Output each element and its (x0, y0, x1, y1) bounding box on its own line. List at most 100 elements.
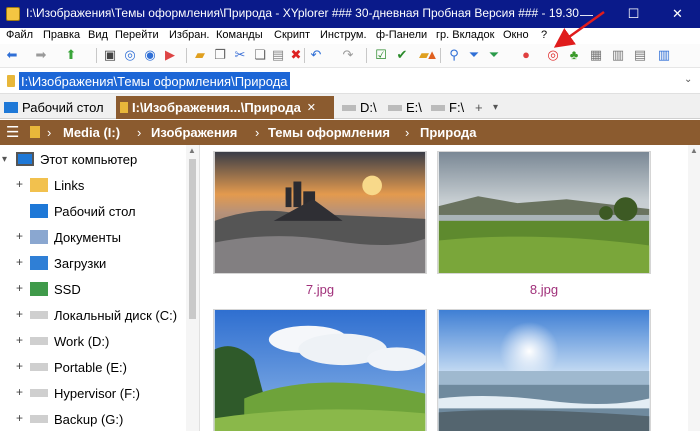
filter-icon[interactable]: ⏷ (466, 47, 482, 63)
thumbnail-item[interactable] (213, 309, 427, 431)
collapse-icon[interactable]: ▾ (2, 154, 16, 165)
tab-drive-e[interactable]: E:\ (384, 96, 426, 119)
breadcrumb-separator[interactable]: › (405, 125, 409, 140)
tree-scrollbar[interactable]: ▲ (186, 145, 199, 431)
delete-icon[interactable]: ▲ (424, 47, 440, 63)
menu-help[interactable]: ? (541, 29, 547, 41)
expand-icon[interactable]: + (16, 385, 23, 399)
expand-icon[interactable]: + (16, 411, 23, 425)
expand-icon[interactable]: + (16, 281, 23, 295)
checkmark-icon[interactable]: ✔ (394, 47, 410, 63)
tree-item-downloads[interactable]: Загрузки (30, 252, 106, 274)
minimize-button[interactable]: — (564, 0, 609, 28)
menu-view[interactable]: Вид (88, 29, 108, 41)
grid-icon[interactable]: ▦ (588, 47, 604, 63)
breadcrumb-item[interactable]: Изображения (151, 125, 237, 140)
target-icon[interactable]: ◉ (142, 47, 158, 63)
new-tab-button[interactable]: + (471, 96, 487, 119)
breadcrumb-item[interactable]: Темы оформления (268, 125, 390, 140)
hypnotic-target-icon[interactable]: ◎ (545, 47, 561, 63)
undo-icon[interactable]: ↶ (308, 47, 324, 63)
expand-icon[interactable]: + (16, 255, 23, 269)
documents-icon (30, 230, 48, 244)
breadcrumb-item[interactable]: Природа (420, 125, 476, 140)
maximize-button[interactable]: ☐ (611, 0, 656, 28)
drive-icon (30, 311, 48, 319)
scroll-up-icon[interactable]: ▲ (690, 146, 698, 155)
panel-icon[interactable]: ▤ (632, 47, 648, 63)
color-filter-icon[interactable]: ● (518, 47, 534, 63)
tree-item-drive-e[interactable]: Portable (E:) (30, 356, 127, 378)
new-folder-icon[interactable]: ▰ (192, 47, 208, 63)
filter-icon[interactable]: ⏷ (486, 47, 502, 63)
tree-item-label: Hypervisor (F:) (54, 385, 140, 401)
tab-label: E:\ (406, 100, 422, 115)
expand-icon[interactable]: + (16, 359, 23, 373)
thumbnail-item[interactable]: 7.jpg (213, 151, 427, 306)
breadcrumb-separator[interactable]: › (47, 125, 51, 140)
tree-item-drive-d[interactable]: Work (D:) (30, 330, 109, 352)
address-input[interactable]: I:\Изображения\Темы оформления\Природа (19, 72, 290, 90)
thumbnail-scrollbar[interactable]: ▲ (688, 145, 700, 431)
paste-icon[interactable]: ▤ (270, 47, 286, 63)
tab-desktop[interactable]: Рабочий стол (0, 96, 114, 119)
expand-icon[interactable]: + (16, 307, 23, 321)
menu-go[interactable]: Перейти (115, 29, 159, 41)
target-icon[interactable]: ◎ (122, 47, 138, 63)
checkbox-icon[interactable]: ☑ (373, 47, 389, 63)
close-tab-icon[interactable]: ✕ (307, 101, 316, 114)
tree-item-label: Этот компьютер (40, 151, 138, 167)
back-arrow-icon[interactable]: ⬅ (4, 47, 20, 63)
thumbnail-item[interactable]: 8.jpg (437, 151, 651, 306)
menu-panels[interactable]: ф-Панели (376, 29, 427, 41)
tab-priroda[interactable]: I:\Изображения...\Природа ✕ (116, 96, 334, 119)
menu-favorites[interactable]: Избран. (169, 29, 210, 41)
menu-icon[interactable]: ☰ (6, 125, 19, 140)
expand-icon[interactable]: + (16, 177, 23, 191)
tree-item-label: Документы (54, 229, 122, 245)
redo-icon[interactable]: ↷ (340, 47, 356, 63)
search-icon[interactable]: ⚲ (446, 47, 462, 63)
menu-edit[interactable]: Правка (43, 29, 80, 41)
thumbnail-item[interactable] (437, 309, 651, 431)
tree-item-documents[interactable]: Документы (30, 226, 121, 248)
tree-item-ssd[interactable]: SSD (30, 278, 81, 300)
columns-icon[interactable]: ▥ (656, 47, 672, 63)
panel-icon[interactable]: ▥ (610, 47, 626, 63)
tab-drive-f[interactable]: F:\ (427, 96, 469, 119)
scroll-up-icon[interactable]: ▲ (188, 146, 196, 155)
cut-icon[interactable]: ✂ (232, 47, 248, 63)
breadcrumb-separator[interactable]: › (255, 125, 259, 140)
tree-item-this-pc[interactable]: ▾ Этот компьютер (2, 148, 137, 170)
forward-arrow-icon[interactable]: ➡ (33, 47, 49, 63)
menu-tab-groups[interactable]: гр. Вкладок (436, 29, 494, 41)
tree-item-drive-c[interactable]: Локальный диск (C:) (30, 304, 177, 326)
address-dropdown-icon[interactable]: ⌄ (684, 74, 692, 85)
delete-icon[interactable]: ✖ (288, 47, 304, 63)
tab-drive-d[interactable]: D:\ (338, 96, 382, 119)
menu-script[interactable]: Скрипт (274, 29, 310, 41)
breadcrumb-item[interactable]: Media (I:) (63, 125, 120, 140)
menu-file[interactable]: Файл (6, 29, 33, 41)
breadcrumb-separator[interactable]: › (137, 125, 141, 140)
tree-item-desktop[interactable]: Рабочий стол (30, 200, 136, 222)
computer-icon[interactable]: ▣ (102, 47, 118, 63)
play-icon[interactable]: ▶ (162, 47, 178, 63)
copy-icon[interactable]: ❐ (212, 47, 228, 63)
tree-item-drive-g[interactable]: Backup (G:) (30, 408, 123, 430)
user-folder-icon (30, 282, 48, 296)
tree-item-links[interactable]: Links (30, 174, 84, 196)
tab-list-dropdown[interactable]: ▾ (489, 96, 503, 119)
up-arrow-icon[interactable]: ⬆ (63, 47, 79, 63)
expand-icon[interactable]: + (16, 333, 23, 347)
menu-window[interactable]: Окно (503, 29, 529, 41)
tab-label: Рабочий стол (22, 100, 104, 115)
copy-to-icon[interactable]: ❏ (252, 47, 268, 63)
close-button[interactable]: ✕ (655, 0, 700, 28)
menu-tools[interactable]: Инструм. (320, 29, 367, 41)
expand-icon[interactable]: + (16, 229, 23, 243)
tree-icon[interactable]: ♣ (566, 47, 582, 63)
tree-item-drive-f[interactable]: Hypervisor (F:) (30, 382, 140, 404)
scrollbar-thumb[interactable] (189, 159, 196, 319)
menu-commands[interactable]: Команды (216, 29, 263, 41)
